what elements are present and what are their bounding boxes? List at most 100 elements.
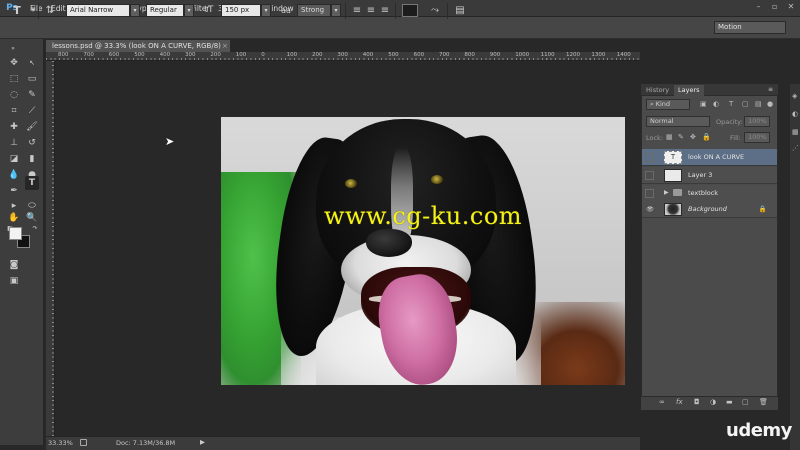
- align-center-icon[interactable]: ≡: [364, 3, 378, 18]
- adjustment-layer-icon[interactable]: ◑: [710, 398, 716, 406]
- character-panel-icon[interactable]: ▤: [453, 3, 467, 18]
- swap-colors-icon[interactable]: ↷: [28, 222, 42, 236]
- separator: [38, 3, 39, 19]
- maximize-icon[interactable]: ▫: [770, 2, 780, 12]
- crop-tool-icon[interactable]: ⌗: [7, 104, 21, 118]
- lock-image-icon[interactable]: ✎: [678, 132, 684, 142]
- separator: [345, 3, 346, 19]
- layer-row[interactable]: Layer 3: [642, 167, 777, 184]
- document-image[interactable]: [221, 117, 625, 385]
- collapse-toolbar-icon[interactable]: »: [6, 42, 20, 56]
- close-icon[interactable]: ✕: [786, 2, 796, 12]
- chevron-down-icon[interactable]: ▾: [261, 4, 271, 17]
- ruler-number: 400: [362, 52, 374, 58]
- layer-name: look ON A CURVE: [688, 153, 745, 161]
- folder-icon: [673, 189, 682, 196]
- new-layer-icon[interactable]: ▢: [742, 398, 749, 406]
- layer-style-icon[interactable]: fx: [676, 398, 683, 406]
- font-size-input[interactable]: 150 px: [221, 4, 261, 17]
- document-tab[interactable]: lessons.psd @ 33.3% (look ON A CURVE, RG…: [46, 40, 231, 52]
- brush-tool-icon[interactable]: 🖌: [25, 120, 39, 134]
- chevron-down-icon[interactable]: ▾: [184, 4, 194, 17]
- pen-tool-icon[interactable]: ✒: [7, 184, 21, 198]
- layer-filter-select[interactable]: ⌕ Kind: [646, 99, 690, 110]
- fill-label: Fill:: [730, 134, 741, 142]
- status-menu-arrow-icon[interactable]: ▶: [200, 438, 205, 446]
- font-style-select[interactable]: Regular: [146, 4, 184, 17]
- filter-pixel-icon[interactable]: ▣: [700, 99, 707, 109]
- align-left-icon[interactable]: ≡: [350, 3, 364, 18]
- eyedropper-tool-icon[interactable]: ⟋: [25, 104, 39, 118]
- align-right-icon[interactable]: ≡: [378, 3, 392, 18]
- filter-adjustment-icon[interactable]: ◐: [713, 99, 719, 109]
- expand-group-icon[interactable]: ▶: [664, 189, 669, 196]
- add-mask-icon[interactable]: ◘: [694, 398, 700, 406]
- filter-type-icon[interactable]: T: [729, 99, 733, 109]
- tab-layers[interactable]: Layers: [674, 85, 704, 96]
- history-panel-icon[interactable]: ◈: [792, 92, 800, 100]
- gradient-tool-icon[interactable]: ▮: [25, 152, 39, 166]
- eraser-tool-icon[interactable]: ◪: [7, 152, 21, 166]
- fill-input[interactable]: 100%: [744, 132, 770, 143]
- warp-text-icon[interactable]: ⤳: [428, 3, 442, 18]
- document-profile-icon[interactable]: [80, 439, 87, 446]
- screen-mode-icon[interactable]: ▣: [7, 274, 21, 288]
- ruler-number: 1200: [566, 52, 580, 58]
- foreground-color-swatch[interactable]: [9, 227, 22, 240]
- ruler-number: 1100: [540, 52, 555, 58]
- font-family-select[interactable]: Arial Narrow: [66, 4, 130, 17]
- ruler-number: 400: [159, 52, 171, 58]
- lock-position-icon[interactable]: ✥: [690, 132, 696, 142]
- blur-tool-icon[interactable]: 💧: [7, 168, 21, 182]
- move-tool-icon[interactable]: ✥: [7, 56, 21, 70]
- ruler-number: 500: [134, 52, 145, 58]
- eye-icon[interactable]: 👁: [646, 206, 654, 213]
- opacity-input[interactable]: 100%: [744, 116, 770, 127]
- lasso-tool-icon[interactable]: ◌: [7, 88, 21, 102]
- zoom-level[interactable]: 33.33%: [48, 439, 73, 447]
- filter-toggle-icon[interactable]: ●: [767, 99, 773, 109]
- healing-brush-tool-icon[interactable]: ✚: [7, 120, 21, 134]
- chevron-down-icon[interactable]: ▾: [331, 4, 341, 17]
- type-tool-preset-icon[interactable]: T: [10, 3, 24, 18]
- artboard-tool-icon[interactable]: ▭: [25, 72, 39, 86]
- visibility-toggle[interactable]: [645, 153, 654, 162]
- history-brush-tool-icon[interactable]: ↺: [25, 136, 39, 150]
- arrow-tool-icon[interactable]: ↖: [25, 56, 39, 70]
- paths-panel-icon[interactable]: ⋰: [792, 144, 800, 152]
- marquee-tool-icon[interactable]: ⬚: [7, 72, 21, 86]
- new-group-icon[interactable]: ▬: [726, 398, 733, 406]
- type-tool-icon[interactable]: T: [25, 176, 39, 190]
- properties-panel-icon[interactable]: ▦: [792, 128, 800, 136]
- clone-stamp-tool-icon[interactable]: ⊥: [7, 136, 21, 150]
- link-layers-icon[interactable]: ∞: [659, 398, 665, 406]
- minimize-icon[interactable]: –: [754, 2, 764, 12]
- trash-icon[interactable]: 🗑: [759, 398, 768, 406]
- lock-all-icon[interactable]: 🔒: [702, 132, 711, 142]
- text-orientation-icon[interactable]: ⇅: [43, 3, 57, 18]
- chevron-down-icon[interactable]: ▾: [130, 4, 140, 17]
- blend-mode-select[interactable]: Normal: [646, 116, 710, 127]
- text-color-swatch[interactable]: [402, 4, 418, 17]
- tab-history[interactable]: History: [642, 85, 673, 96]
- close-document-icon[interactable]: ×: [222, 40, 228, 52]
- layer-row[interactable]: T look ON A CURVE: [642, 149, 777, 166]
- filter-smart-object-icon[interactable]: ▤: [755, 99, 762, 109]
- panel-menu-icon[interactable]: ≡: [768, 86, 773, 93]
- visibility-toggle[interactable]: [645, 171, 654, 180]
- layer-row[interactable]: 👁 Background 🔒: [642, 201, 777, 218]
- quick-mask-icon[interactable]: ◙: [7, 258, 21, 272]
- antialias-select[interactable]: Strong: [297, 4, 331, 17]
- ruler-number: 700: [83, 52, 94, 58]
- ruler-number: 300: [337, 52, 348, 58]
- filter-shape-icon[interactable]: ▢: [742, 99, 749, 109]
- layer-row[interactable]: ▶ textblock: [642, 185, 777, 202]
- separator: [447, 3, 448, 19]
- visibility-toggle[interactable]: [645, 189, 654, 198]
- quick-selection-tool-icon[interactable]: ✎: [25, 88, 39, 102]
- ruler-number: 1000: [515, 52, 530, 58]
- workspace-select[interactable]: Motion: [714, 21, 786, 34]
- lock-transparency-icon[interactable]: ▦: [666, 132, 673, 142]
- layer-name: Background: [688, 205, 727, 213]
- adjustments-panel-icon[interactable]: ◐: [792, 110, 800, 118]
